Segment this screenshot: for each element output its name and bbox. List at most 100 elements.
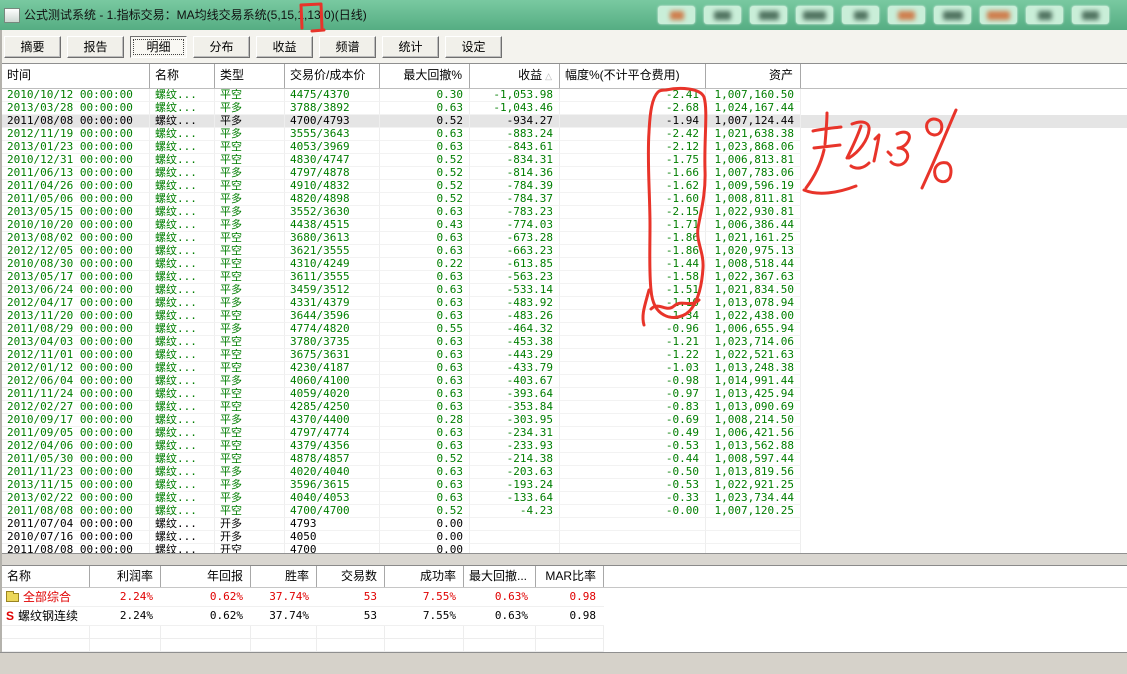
table-cell: 螺纹... xyxy=(150,518,215,531)
tab-detail[interactable]: 明细 xyxy=(130,36,187,58)
table-cell: 2013/02/22 00:00:00 xyxy=(2,492,150,505)
table-row[interactable]: 2011/07/04 00:00:00螺纹...开多47930.00 xyxy=(2,518,1127,531)
column-header-profit[interactable]: 收益△ xyxy=(470,64,560,88)
table-row[interactable]: 2013/11/15 00:00:00螺纹...平多3596/36150.63-… xyxy=(2,479,1127,492)
table-row[interactable]: 2010/09/17 00:00:00螺纹...平多4370/44000.28-… xyxy=(2,414,1127,427)
column-header-type[interactable]: 类型 xyxy=(215,64,285,88)
column-header-max-drawdown[interactable]: 最大回撤% xyxy=(380,64,470,88)
table-row[interactable]: 2012/02/27 00:00:00螺纹...平空4285/42500.63-… xyxy=(2,401,1127,414)
table-cell: 1,022,921.25 xyxy=(706,479,801,492)
table-cell: -234.31 xyxy=(470,427,560,440)
table-row[interactable]: 2011/08/08 00:00:00螺纹...开空47000.00 xyxy=(2,544,1127,553)
table-cell: 2011/11/23 00:00:00 xyxy=(2,466,150,479)
table-row[interactable]: 2013/08/02 00:00:00螺纹...平空3680/36130.63-… xyxy=(2,232,1127,245)
table-row[interactable]: 2011/05/06 00:00:00螺纹...平多4820/48980.52-… xyxy=(2,193,1127,206)
summary-header-profit-rate[interactable]: 利润率 xyxy=(90,566,161,587)
table-row[interactable]: 2013/11/20 00:00:00螺纹...平空3644/35960.63-… xyxy=(2,310,1127,323)
table-row[interactable]: 2010/12/31 00:00:00螺纹...平空4830/47470.52-… xyxy=(2,154,1127,167)
blurred-label xyxy=(670,11,684,20)
table-cell: -1.75 xyxy=(560,154,706,167)
table-row[interactable]: 2010/07/16 00:00:00螺纹...开多40500.00 xyxy=(2,531,1127,544)
table-row[interactable]: 2011/08/08 00:00:00螺纹...平多4700/47930.52-… xyxy=(2,115,1127,128)
table-row[interactable]: 2012/04/17 00:00:00螺纹...平多4331/43790.63-… xyxy=(2,297,1127,310)
table-cell: 3680/3613 xyxy=(285,232,380,245)
table-cell: -563.23 xyxy=(470,271,560,284)
table-row[interactable]: 2011/09/05 00:00:00螺纹...平空4797/47740.63-… xyxy=(2,427,1127,440)
column-header-price[interactable]: 交易价/成本价 xyxy=(285,64,380,88)
summary-row[interactable]: S螺纹钢连续2.24%0.62%37.74%537.55%0.63%0.98 xyxy=(2,607,1127,626)
table-cell: 3552/3630 xyxy=(285,206,380,219)
table-row[interactable]: 2012/12/05 00:00:00螺纹...平空3621/35550.63-… xyxy=(2,245,1127,258)
column-header-time[interactable]: 时间 xyxy=(2,64,150,88)
table-cell: 螺纹... xyxy=(150,232,215,245)
tab-stats[interactable]: 统计 xyxy=(382,36,439,58)
table-cell: 2013/11/15 00:00:00 xyxy=(2,479,150,492)
table-row[interactable]: 2012/04/06 00:00:00螺纹...平空4379/43560.63-… xyxy=(2,440,1127,453)
table-row[interactable]: 2010/10/20 00:00:00螺纹...平多4438/45150.43-… xyxy=(2,219,1127,232)
table-cell: 2012/12/05 00:00:00 xyxy=(2,245,150,258)
toolbar-button-blurred[interactable] xyxy=(658,6,695,24)
tab-settings[interactable]: 设定 xyxy=(445,36,502,58)
column-header-range[interactable]: 幅度%(不计平仓费用) xyxy=(560,64,706,88)
column-header-name[interactable]: 名称 xyxy=(150,64,215,88)
toolbar-button-blurred[interactable] xyxy=(1072,6,1109,24)
table-row[interactable]: 2013/05/15 00:00:00螺纹...平多3552/36300.63-… xyxy=(2,206,1127,219)
table-row[interactable]: 2013/05/17 00:00:00螺纹...平空3611/35550.63-… xyxy=(2,271,1127,284)
summary-header-name[interactable]: 名称 xyxy=(2,566,90,587)
summary-header-mar-ratio[interactable]: MAR比率 xyxy=(536,566,604,587)
table-cell: -1.71 xyxy=(560,219,706,232)
table-row[interactable]: 2013/01/23 00:00:00螺纹...平空4053/39690.63-… xyxy=(2,141,1127,154)
table-cell: 2012/11/01 00:00:00 xyxy=(2,349,150,362)
summary-header-win-rate[interactable]: 胜率 xyxy=(251,566,317,587)
table-cell: -393.64 xyxy=(470,388,560,401)
table-cell: 0.63 xyxy=(380,141,470,154)
table-row[interactable]: 2011/06/13 00:00:00螺纹...平多4797/48780.52-… xyxy=(2,167,1127,180)
table-row[interactable]: 2013/03/28 00:00:00螺纹...平多3788/38920.63-… xyxy=(2,102,1127,115)
table-cell: 开多 xyxy=(215,518,285,531)
tab-profit[interactable]: 收益 xyxy=(256,36,313,58)
toolbar-button-blurred[interactable] xyxy=(796,6,833,24)
table-cell: 4040/4053 xyxy=(285,492,380,505)
summary-header-max-drawdown[interactable]: 最大回撤... xyxy=(464,566,536,587)
table-row[interactable]: 2012/11/01 00:00:00螺纹...平空3675/36310.63-… xyxy=(2,349,1127,362)
table-row[interactable]: 2012/06/04 00:00:00螺纹...平多4060/41000.63-… xyxy=(2,375,1127,388)
table-row[interactable]: 2013/02/22 00:00:00螺纹...平多4040/40530.63-… xyxy=(2,492,1127,505)
toolbar-button-blurred[interactable] xyxy=(750,6,787,24)
table-cell: 0.63 xyxy=(380,427,470,440)
splitter-bar[interactable] xyxy=(0,553,1127,566)
table-row[interactable]: 2013/06/24 00:00:00螺纹...平多3459/35120.63-… xyxy=(2,284,1127,297)
table-row[interactable]: 2013/04/03 00:00:00螺纹...平空3780/37350.63-… xyxy=(2,336,1127,349)
table-row[interactable]: 2011/08/29 00:00:00螺纹...平多4774/48200.55-… xyxy=(2,323,1127,336)
toolbar-button-blurred[interactable] xyxy=(934,6,971,24)
tab-distribution[interactable]: 分布 xyxy=(193,36,250,58)
toolbar-button-blurred[interactable] xyxy=(842,6,879,24)
summary-header-success-rate[interactable]: 成功率 xyxy=(385,566,464,587)
table-row[interactable]: 2010/10/12 00:00:00螺纹...平空4475/43700.30-… xyxy=(2,89,1127,102)
table-cell: 平空 xyxy=(215,336,285,349)
table-cell: 1,022,367.63 xyxy=(706,271,801,284)
summary-header-trade-count[interactable]: 交易数 xyxy=(317,566,385,587)
table-row[interactable]: 2010/08/30 00:00:00螺纹...平空4310/42490.22-… xyxy=(2,258,1127,271)
table-cell: 4700/4700 xyxy=(285,505,380,518)
table-cell: 螺纹... xyxy=(150,180,215,193)
summary-header-annual-return[interactable]: 年回报 xyxy=(161,566,251,587)
toolbar-button-blurred[interactable] xyxy=(980,6,1017,24)
column-header-asset[interactable]: 资产 xyxy=(706,64,801,88)
table-row[interactable]: 2011/08/08 00:00:00螺纹...平空4700/47000.52-… xyxy=(2,505,1127,518)
table-row[interactable]: 2011/04/26 00:00:00螺纹...平空4910/48320.52-… xyxy=(2,180,1127,193)
toolbar-button-blurred[interactable] xyxy=(888,6,925,24)
tab-spectrum[interactable]: 频谱 xyxy=(319,36,376,58)
table-row[interactable]: 2011/05/30 00:00:00螺纹...平空4878/48570.52-… xyxy=(2,453,1127,466)
table-cell: 4475/4370 xyxy=(285,89,380,102)
table-row[interactable]: 2012/01/12 00:00:00螺纹...平空4230/41870.63-… xyxy=(2,362,1127,375)
summary-row[interactable]: 全部综合2.24%0.62%37.74%537.55%0.63%0.98 xyxy=(2,588,1127,607)
table-cell: 0.63 xyxy=(380,349,470,362)
tab-summary[interactable]: 摘要 xyxy=(4,36,61,58)
table-row[interactable]: 2012/11/19 00:00:00螺纹...平多3555/36430.63-… xyxy=(2,128,1127,141)
tab-report[interactable]: 报告 xyxy=(67,36,124,58)
table-row[interactable]: 2011/11/23 00:00:00螺纹...平多4020/40400.63-… xyxy=(2,466,1127,479)
toolbar-button-blurred[interactable] xyxy=(1026,6,1063,24)
table-row[interactable]: 2011/11/24 00:00:00螺纹...平空4059/40200.63-… xyxy=(2,388,1127,401)
table-cell: 2011/07/04 00:00:00 xyxy=(2,518,150,531)
toolbar-button-blurred[interactable] xyxy=(704,6,741,24)
